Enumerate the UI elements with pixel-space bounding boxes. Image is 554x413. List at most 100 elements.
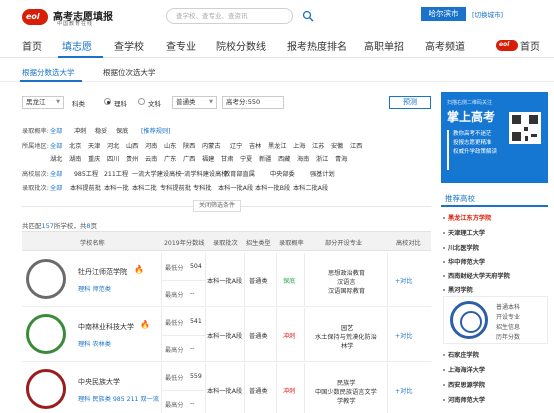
nav-score-line[interactable]: 院校分数线 [216, 38, 266, 53]
card-line-2[interactable]: 开设专业 [496, 312, 520, 321]
filter-option[interactable]: 山东 [164, 141, 176, 150]
filter-option[interactable]: 本科一批A段 [218, 183, 253, 192]
filter-option[interactable]: 保底 [116, 126, 128, 135]
radio-science[interactable] [104, 98, 111, 105]
nav-major[interactable]: 查专业 [166, 38, 196, 53]
filter-option[interactable]: 教育部直属 [224, 169, 255, 178]
score-input[interactable]: 高考分:550 [222, 96, 284, 109]
filter-option[interactable]: 上海 [293, 141, 305, 150]
predict-button[interactable]: 预测 [389, 96, 431, 109]
filter-option[interactable]: 江苏 [312, 141, 324, 150]
card-line-3[interactable]: 招生信息 [496, 322, 520, 331]
filter-option[interactable]: 贵州 [126, 154, 138, 163]
filter-option[interactable]: 专科批 [193, 183, 212, 192]
recommended-school-item[interactable]: 上海海洋大学 [448, 365, 485, 374]
filter-option[interactable]: 广东 [164, 154, 176, 163]
filter-option[interactable]: 冲刺 [74, 126, 86, 135]
nav-home[interactable]: 首页 [22, 38, 42, 53]
compare-button[interactable]: +对比 [395, 331, 413, 340]
filter-option[interactable]: 全部 [50, 126, 62, 135]
filter-option[interactable]: 专科提前批 [160, 183, 191, 192]
site-logo[interactable]: eol 高考志愿填报 中国教育在线 [22, 7, 142, 27]
city-button[interactable]: 哈尔滨市 [421, 7, 466, 21]
recommended-school-item[interactable]: 天津理工大学 [448, 228, 485, 237]
filter-option[interactable]: 本科一批 [104, 183, 129, 192]
city-switch-link[interactable]: [切换城市] [472, 9, 503, 19]
filter-option[interactable]: 甘肃 [221, 154, 233, 163]
card-line-4[interactable]: 历年分数 [496, 332, 520, 341]
filter-option[interactable]: 西藏 [278, 154, 290, 163]
filter-option[interactable]: 湖北 [50, 154, 62, 163]
school-name-link[interactable]: 中南林业科技大学 [78, 322, 134, 332]
filter-option[interactable]: 一流学科建设高校 [178, 169, 228, 178]
filter-option[interactable]: 强基计划 [310, 169, 335, 178]
filter-option[interactable]: 广西 [183, 154, 195, 163]
nav-vocational[interactable]: 高职单招 [364, 38, 404, 53]
compare-button[interactable]: +对比 [395, 386, 413, 395]
filter-option[interactable]: 北京 [69, 141, 81, 150]
school-name-link[interactable]: 牡丹江师范学院 [78, 267, 127, 277]
major-item[interactable]: 学教学 [337, 396, 356, 405]
filter-option[interactable]: 新疆 [259, 154, 271, 163]
filter-option[interactable]: 天津 [88, 141, 100, 150]
search-icon[interactable] [302, 10, 314, 22]
filter-option[interactable]: 湖南 [69, 154, 81, 163]
recommended-school-item[interactable]: 黑龙江东方学院 [448, 213, 491, 222]
filter-option[interactable]: 河北 [107, 141, 119, 150]
major-item[interactable]: 园艺 [341, 323, 353, 332]
filter-option[interactable]: [推荐规则] [141, 126, 171, 135]
radio-arts[interactable] [138, 98, 145, 105]
filter-option[interactable]: 青海 [335, 154, 347, 163]
school-name-link[interactable]: 中央民族大学 [78, 377, 120, 387]
search-input[interactable]: 查学校、查专业、查资讯 [166, 8, 293, 24]
filter-option[interactable]: 海南 [297, 154, 309, 163]
major-item[interactable]: 思想政治教育 [328, 268, 365, 277]
filter-option[interactable]: 河南 [145, 141, 157, 150]
filter-option[interactable]: 浙江 [316, 154, 328, 163]
recommended-school-item[interactable]: 西安思源学院 [448, 380, 485, 389]
eol-home-icon[interactable]: eol [496, 40, 518, 51]
school-emblem-icon[interactable] [26, 369, 66, 409]
filter-option[interactable]: 黑龙江 [268, 141, 287, 150]
recommended-school-item[interactable]: 西南财经大学天府学院 [448, 271, 510, 280]
app-promo-banner[interactable]: 扫描右侧二维码关注 掌上高考 教你高考不迷茫 投报志愿更精准 权威升学政策解读 [441, 92, 548, 183]
major-item[interactable]: 民族学 [337, 378, 356, 387]
filter-option[interactable]: 重庆 [88, 154, 100, 163]
filter-option[interactable]: 山西 [126, 141, 138, 150]
recommended-school-item[interactable]: 川北医学院 [448, 243, 479, 252]
recommended-school-card[interactable]: 普通本科 开设专业 招生信息 历年分数 [443, 296, 548, 344]
recommended-school-item[interactable]: 河南师范大学 [448, 395, 485, 404]
major-item[interactable]: 中国少数民族语言文学 [315, 387, 377, 396]
filter-option[interactable]: 985工程 [74, 169, 98, 178]
nav-hot-ranking[interactable]: 报考热度排名 [287, 38, 347, 53]
filter-option[interactable]: 一流大学建设高校 [132, 169, 182, 178]
major-item[interactable]: 汉语言 [337, 277, 356, 286]
major-item[interactable]: 汉语国际教育 [328, 286, 365, 295]
filter-option[interactable]: 辽宁 [230, 141, 242, 150]
filter-option[interactable]: 江西 [350, 141, 362, 150]
filter-option[interactable]: 吉林 [249, 141, 261, 150]
filter-option[interactable]: 211工程 [104, 169, 128, 178]
filter-option[interactable]: 内蒙古 [202, 141, 221, 150]
filter-option[interactable]: 稳妥 [95, 126, 107, 135]
filter-option[interactable]: 本科二批 [132, 183, 157, 192]
filter-option[interactable]: 本科提前批 [70, 183, 101, 192]
province-select[interactable]: 黑龙江 ▼ [22, 96, 64, 109]
tab-by-score[interactable]: 根据分数选大学 [22, 67, 75, 78]
batch-select[interactable]: 普通类 ▼ [172, 96, 217, 109]
tab-by-rank[interactable]: 根据位次选大学 [103, 67, 156, 78]
filter-option[interactable]: 全部 [50, 169, 62, 178]
school-emblem-icon[interactable] [26, 259, 66, 299]
nav-gaokao-channel[interactable]: 高考频道 [425, 38, 465, 53]
filter-option[interactable]: 四川 [107, 154, 119, 163]
filter-option[interactable]: 安徽 [331, 141, 343, 150]
nav-eol-home[interactable]: 首页 [520, 38, 540, 53]
major-item[interactable]: 水土保持与荒漠化防治 [315, 332, 377, 341]
compare-button[interactable]: +对比 [395, 276, 413, 285]
recommended-school-item[interactable]: 石家庄学院 [448, 350, 479, 359]
filter-option[interactable]: 全部 [50, 183, 62, 192]
card-line-1[interactable]: 普通本科 [496, 302, 520, 311]
collapse-filters-button[interactable]: 关闭筛选条件 [193, 200, 241, 212]
recommended-school-item[interactable]: 华中师范大学 [448, 257, 485, 266]
filter-option[interactable]: 全部 [50, 141, 62, 150]
